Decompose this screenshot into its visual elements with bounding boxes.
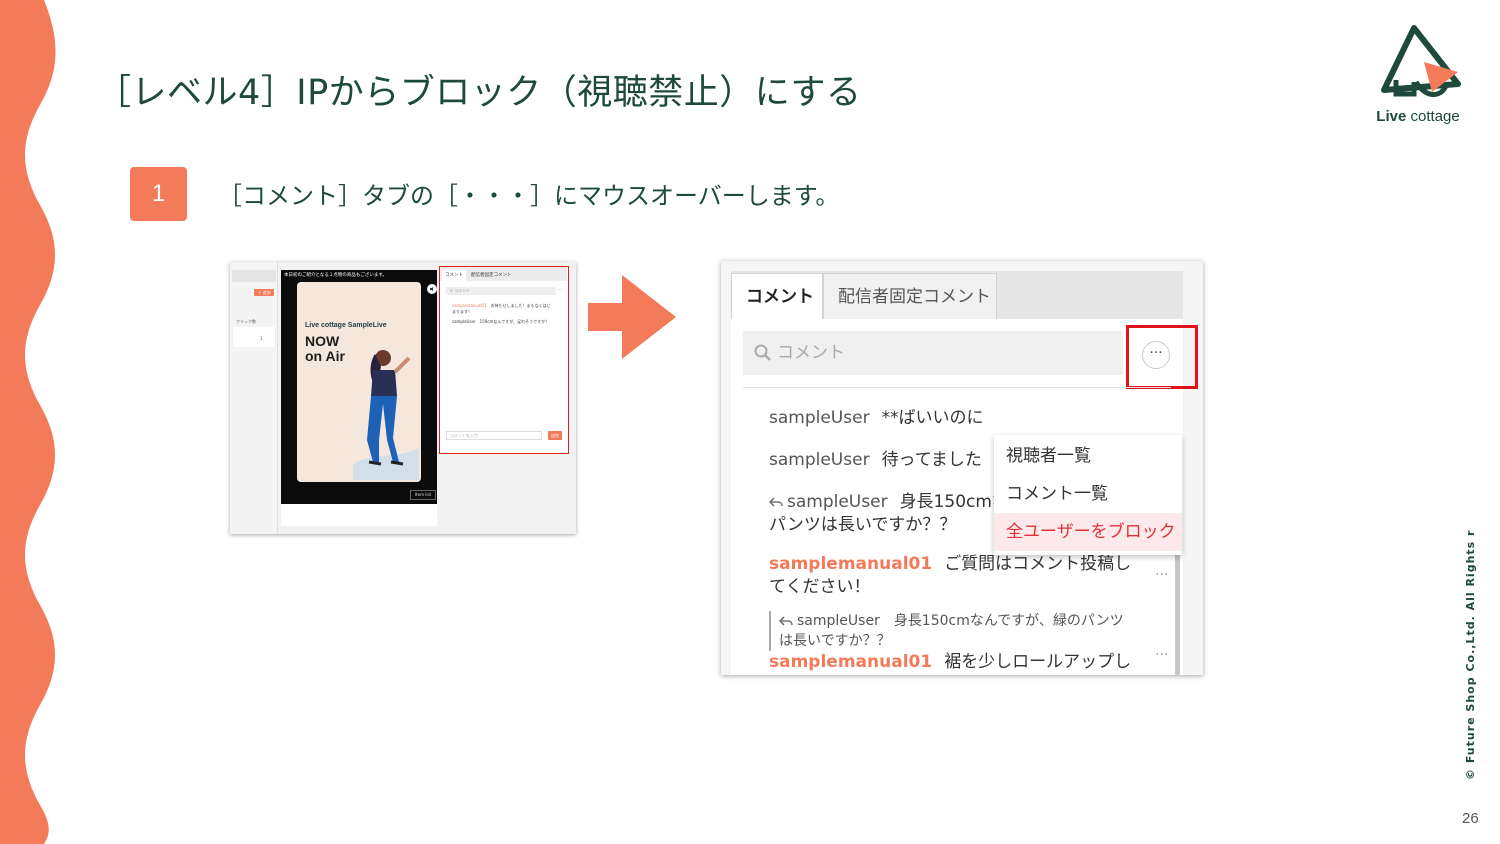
comment-body: コメント ··· sampleUser **ばいいのに sampleUser 待って… xyxy=(731,319,1198,675)
comment-search-small[interactable]: ⚲ コメント xyxy=(446,287,556,295)
reply-icon xyxy=(779,616,793,626)
screenshot-left-panel: ＋ 追加 クリック数 1 xyxy=(230,262,278,534)
decorative-wave xyxy=(0,0,56,844)
menu-item-block-all-users[interactable]: 全ユーザーをブロック xyxy=(994,513,1182,551)
add-button[interactable]: ＋ 追加 xyxy=(254,289,274,296)
comment-tabs-small: コメント 配信者固定コメント xyxy=(440,267,567,281)
more-button-small[interactable]: ··· xyxy=(557,287,562,293)
click-count-value: 1 xyxy=(260,336,263,341)
comment-search-input[interactable]: コメント xyxy=(743,331,1123,375)
comment-panel-small: コメント 配信者固定コメント ⚲ コメント ··· samplemanual01… xyxy=(439,266,569,454)
list-item: samplemanual01 お待たせしました！まもなくはじまります！ xyxy=(452,303,551,314)
comment-more-icon[interactable]: ··· xyxy=(1155,567,1168,583)
divider xyxy=(743,387,1171,388)
page-number: 26 xyxy=(1462,810,1479,827)
tab-comment[interactable]: コメント xyxy=(731,273,823,319)
slide-title: ［レベル4］IPからブロック（視聴禁止）にする xyxy=(96,73,862,113)
reply-icon xyxy=(769,497,783,507)
tab-pinned-comment-small[interactable]: 配信者固定コメント xyxy=(468,270,515,281)
list-item: samplemanual01裾を少しロールアップして xyxy=(769,652,1132,672)
more-options-menu: 視聴者一覧 コメント一覧 全ユーザーをブロック xyxy=(994,435,1182,555)
woman-illustration-icon xyxy=(353,350,419,480)
player-notice: 本日初のご紹介となる１点物の商品もございます。 xyxy=(284,273,387,278)
logo-mark-icon xyxy=(1381,25,1461,97)
step-instruction: ［コメント］タブの［・・・］にマウスオーバーします。 xyxy=(218,182,840,210)
tab-pinned-comment[interactable]: 配信者固定コメント xyxy=(823,273,997,319)
overview-screenshot: ＋ 追加 クリック数 1 本日初のご紹介となる１点物の商品もございます。 Liv… xyxy=(230,262,576,534)
search-icon: ⚲ xyxy=(450,288,453,293)
comment-input-small[interactable]: コメントを入力 xyxy=(446,431,542,440)
live-cottage-logo: Live cottage xyxy=(1366,22,1470,130)
list-item: sampleUser 150cmなんですが、足れそうですか？ xyxy=(452,319,550,324)
menu-item-viewer-list[interactable]: 視聴者一覧 xyxy=(994,437,1182,475)
comment-panel-zoom: コメント 配信者固定コメント コメント ··· sampleUser **ばいいの… xyxy=(721,261,1203,675)
quoted-comment: sampleUser 身長150cmなんですが、緑のパンツは長いですか？？ xyxy=(769,611,1129,651)
step-number-badge: 1 xyxy=(130,167,187,221)
menu-item-comment-list[interactable]: コメント一覧 xyxy=(994,475,1182,513)
comment-tabs: コメント 配信者固定コメント xyxy=(731,271,1183,319)
left-panel-header xyxy=(232,270,276,282)
list-item: samplemanual01 ご質問はコメント投稿してください！ xyxy=(769,554,1132,597)
list-item: sampleUser **ばいいのに xyxy=(769,408,984,428)
item-list-button[interactable]: Item list xyxy=(410,490,436,500)
click-count-label: クリック数 xyxy=(236,319,256,324)
svg-text:© Future Shop Co.,Ltd. All Rig: © Future Shop Co.,Ltd. All Rights reserv… xyxy=(1464,530,1477,780)
search-icon xyxy=(754,344,771,361)
speaker-icon[interactable] xyxy=(427,284,437,294)
comment-more-icon[interactable]: ··· xyxy=(1155,647,1168,663)
logo-text: Live cottage xyxy=(1376,108,1460,125)
send-button-small[interactable]: 送信 xyxy=(548,431,562,440)
live-poster: Live cottage SampleLive NOW on Air xyxy=(297,282,421,482)
poster-now-on-air: NOW on Air xyxy=(305,333,345,364)
stats-bar xyxy=(281,504,437,526)
tab-comment-small[interactable]: コメント xyxy=(442,270,466,281)
click-count-box xyxy=(233,327,275,347)
poster-brand: Live cottage SampleLive xyxy=(305,322,387,329)
highlight-box xyxy=(1126,325,1198,389)
copyright-notice: © Future Shop Co.,Ltd. All Rights reserv… xyxy=(1464,530,1477,780)
right-arrow-icon xyxy=(588,275,676,359)
